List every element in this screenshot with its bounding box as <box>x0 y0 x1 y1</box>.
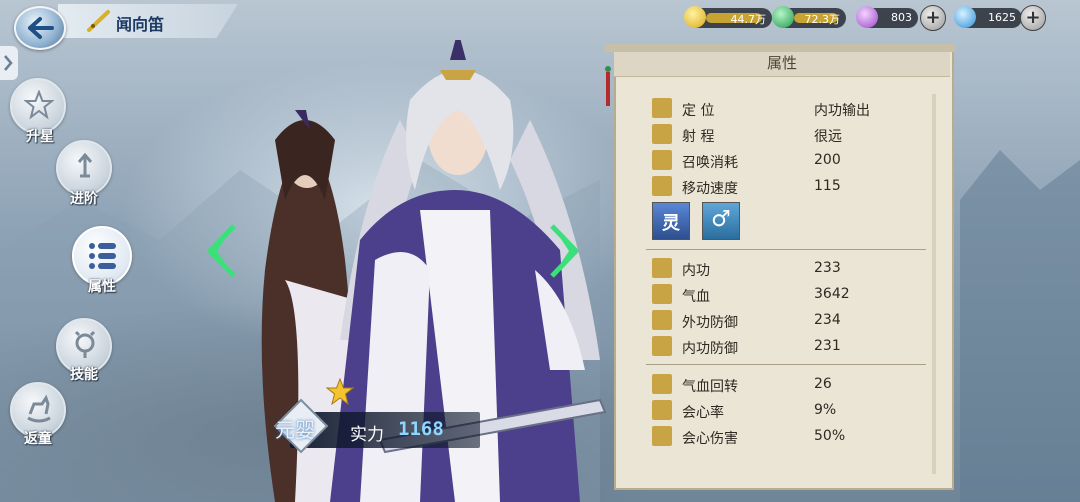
info-row: 定 位 内功输出 <box>648 98 938 120</box>
info-row: 召唤消耗 200 <box>648 150 938 172</box>
section-divider <box>646 364 926 365</box>
crit-rate-icon <box>652 400 672 420</box>
heart-icon <box>652 284 672 304</box>
info-row: 移动速度 115 <box>648 176 938 198</box>
outer-defense-icon <box>652 310 672 330</box>
stat-row: 会心伤害 50% <box>648 426 938 448</box>
next-hero-arrow[interactable] <box>546 222 582 280</box>
tassel-ornament <box>605 66 611 106</box>
info-label: 移动速度 <box>682 181 738 197</box>
add-crystal-button[interactable]: + <box>920 5 946 31</box>
plus-icon: + <box>925 7 941 28</box>
previous-hero-arrow[interactable] <box>204 222 240 280</box>
info-value: 200 <box>814 152 841 168</box>
stat-value: 234 <box>814 312 841 328</box>
chevron-right-icon <box>4 55 13 71</box>
side-item-label: 技能 <box>70 367 98 383</box>
rocking-horse-icon <box>27 394 51 423</box>
stat-label: 外功防御 <box>682 315 738 331</box>
stat-label: 内功 <box>682 263 710 279</box>
stat-row: 气血 3642 <box>648 284 938 306</box>
info-label: 射 程 <box>682 129 715 145</box>
star-icon <box>24 90 54 120</box>
stat-row: 外功防御 234 <box>648 310 938 332</box>
purple-crystal-icon <box>856 6 878 28</box>
info-value: 115 <box>814 178 841 194</box>
boot-icon <box>652 176 672 196</box>
stat-label: 内功防御 <box>682 341 738 357</box>
diamond-value: 1625 <box>988 11 1016 24</box>
sword-upgrade-icon <box>77 152 93 178</box>
hero-name: 闻向笛 <box>116 15 165 34</box>
blue-diamond-icon <box>954 6 976 28</box>
stat-value: 9% <box>814 402 837 418</box>
stat-value: 3642 <box>814 286 850 302</box>
info-label: 定 位 <box>682 103 715 119</box>
side-item-label: 返童 <box>24 431 52 447</box>
diamond-resource: 1625 <box>954 6 1022 28</box>
side-item-label: 升星 <box>26 129 54 145</box>
info-label: 召唤消耗 <box>682 155 738 171</box>
jade-resource: 72.3万 <box>772 6 846 28</box>
power-label: 实力 <box>350 425 384 445</box>
rank-star-icon <box>326 378 354 406</box>
attribute-list-icon <box>89 243 116 269</box>
back-button[interactable] <box>14 6 66 50</box>
gold-value: 44.7万 <box>730 13 767 26</box>
back-arrow-icon <box>28 17 54 39</box>
power-value: 1168 <box>398 418 444 440</box>
drop-icon <box>652 150 672 170</box>
jade-value: 72.3万 <box>804 13 841 26</box>
inner-defense-icon <box>652 336 672 356</box>
side-item-label: 进阶 <box>70 191 98 207</box>
target-icon <box>652 124 672 144</box>
crystal-resource: 803 <box>856 6 918 28</box>
sword-icon <box>652 98 672 118</box>
info-value: 内功输出 <box>814 103 870 119</box>
male-gender-icon: ♂ <box>711 207 731 232</box>
green-gem-icon <box>772 6 794 28</box>
collapse-menu-tab[interactable] <box>0 46 18 80</box>
stat-value: 233 <box>814 260 841 276</box>
skill-icon <box>74 330 96 358</box>
stat-row: 气血回转 26 <box>648 374 938 396</box>
info-row: 射 程 很远 <box>648 124 938 146</box>
stat-value: 50% <box>814 428 846 444</box>
section-divider <box>646 249 926 250</box>
stat-value: 26 <box>814 376 832 392</box>
gold-coin-icon <box>684 6 706 28</box>
flute-weapon-icon <box>87 10 110 32</box>
stat-value: 231 <box>814 338 841 354</box>
crit-damage-icon <box>652 426 672 446</box>
inner-power-icon <box>652 258 672 278</box>
stat-row: 内功 233 <box>648 258 938 280</box>
hero-title-plate: 闻向笛 <box>58 4 238 38</box>
rank-title: 元婴 <box>275 418 315 442</box>
heart-plus-icon <box>652 374 672 394</box>
class-badge[interactable]: 灵 <box>652 202 690 240</box>
gold-resource: 44.7万 <box>684 6 772 28</box>
stat-label: 气血回转 <box>682 379 738 395</box>
panel-title: 属性 <box>766 54 797 72</box>
stat-row: 内功防御 231 <box>648 336 938 358</box>
crystal-value: 803 <box>891 11 912 24</box>
gender-badge[interactable]: ♂ <box>702 202 740 240</box>
plus-icon: + <box>1025 7 1041 28</box>
scroll-rod <box>604 44 956 52</box>
info-value: 很远 <box>814 129 842 145</box>
side-item-label: 属性 <box>88 279 116 295</box>
add-diamond-button[interactable]: + <box>1020 5 1046 31</box>
attribute-panel: 属性 定 位 内功输出 射 程 很远 召唤消耗 200 移动速度 115 灵 ♂… <box>604 44 956 502</box>
spirit-class-icon: 灵 <box>662 213 680 234</box>
stat-row: 会心率 9% <box>648 400 938 422</box>
stat-label: 气血 <box>682 289 710 305</box>
stat-label: 会心伤害 <box>682 431 738 447</box>
stat-label: 会心率 <box>682 405 724 421</box>
